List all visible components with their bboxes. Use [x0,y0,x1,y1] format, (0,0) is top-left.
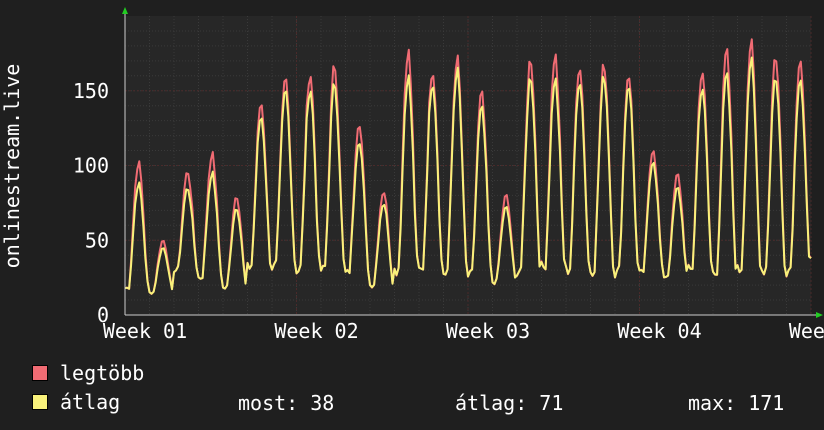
y-axis-arrow-icon [122,7,128,14]
legend-label-max: legtöbb [60,361,145,385]
x-axis-arrow-icon [816,312,823,318]
stat-average: átlag: 71 [455,391,564,415]
avg-swatch-icon [32,394,48,410]
x-tick-label: Week 03 [446,319,530,343]
stat-max: max: 171 [688,391,785,415]
legend-item-max: legtöbb [32,361,145,385]
y-tick-label: 50 [85,228,109,252]
stat-now: most: 38 [238,391,335,415]
y-axis-title: onlinestream.live [0,64,24,269]
x-tick-label: Week 02 [274,319,358,343]
x-tick-label: Week 04 [617,319,701,343]
y-tick-label: 100 [73,154,109,178]
x-tick-label: Week 05 [789,319,824,343]
x-tick-label: Week 01 [103,319,187,343]
max-swatch-icon [32,365,48,381]
graph-panel: 0 50 100 150 Week 01 Week 02 Week 03 Week 04 Wee… [0,0,824,430]
legend-item-avg: átlag [32,390,121,414]
legend-label-avg: átlag [60,390,121,414]
y-tick-label: 150 [73,79,109,103]
